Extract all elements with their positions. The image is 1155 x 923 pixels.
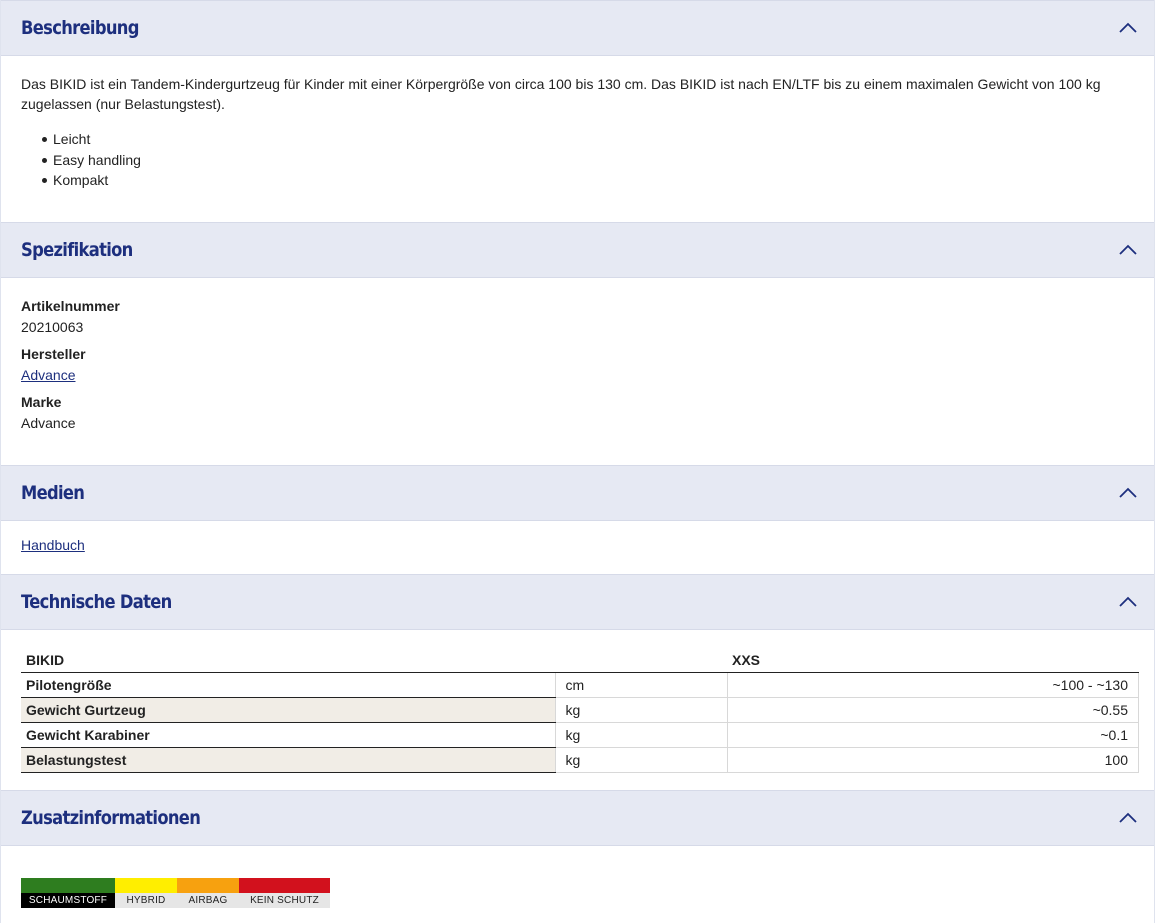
- section-title: Beschreibung: [21, 17, 139, 39]
- legend-color-bar: [239, 878, 330, 893]
- section-medien: Medien Handbuch: [0, 465, 1155, 574]
- row-unit: cm: [554, 672, 727, 698]
- section-header-medien[interactable]: Medien: [1, 465, 1154, 521]
- row-name: Gewicht Karabiner: [21, 722, 555, 748]
- chevron-up-icon[interactable]: [1118, 811, 1138, 825]
- section-body-medien: Handbuch: [1, 521, 1154, 574]
- marke-value: Advance: [21, 415, 76, 431]
- table-row: Gewicht Karabiner kg ~0.1: [21, 722, 1139, 748]
- section-header-spezifikation[interactable]: Spezifikation: [1, 222, 1154, 278]
- section-header-beschreibung[interactable]: Beschreibung: [1, 0, 1154, 56]
- legend-color-bar: [177, 878, 239, 893]
- tech-table: BIKID XXS Pilotengröße cm ~100 - ~130 Ge…: [21, 648, 1139, 773]
- hersteller-link[interactable]: Advance: [21, 367, 75, 383]
- row-value: ~0.55: [726, 697, 1139, 723]
- legend-item-schaumstoff: SCHAUMSTOFF: [21, 878, 115, 908]
- table-header-size: XXS: [727, 648, 1139, 673]
- section-title: Medien: [21, 482, 85, 504]
- row-unit: kg: [554, 747, 727, 773]
- section-zusatzinformationen: Zusatzinformationen SCHAUMSTOFF HYBRID A…: [0, 790, 1155, 923]
- row-name: Gewicht Gurtzeug: [21, 697, 555, 723]
- section-beschreibung: Beschreibung Das BIKID ist ein Tandem-Ki…: [0, 0, 1155, 222]
- chevron-up-icon[interactable]: [1118, 486, 1138, 500]
- section-body-technische-daten: BIKID XXS Pilotengröße cm ~100 - ~130 Ge…: [1, 630, 1154, 790]
- table-header-model: BIKID: [21, 648, 727, 673]
- feature-list: Leicht Easy handling Kompakt: [21, 129, 1134, 191]
- list-item: Kompakt: [42, 170, 1134, 191]
- row-value: ~100 - ~130: [726, 672, 1139, 698]
- artikelnummer-label: Artikelnummer: [21, 298, 120, 314]
- section-technische-daten: Technische Daten BIKID XXS Pilotengröße …: [0, 574, 1155, 790]
- legend-label: SCHAUMSTOFF: [21, 893, 115, 908]
- protection-legend: SCHAUMSTOFF HYBRID AIRBAG KEIN SCHUTZ: [21, 878, 1134, 908]
- row-name: Pilotengröße: [21, 672, 555, 698]
- row-value: ~0.1: [726, 722, 1139, 748]
- legend-label: AIRBAG: [177, 893, 239, 908]
- description-text: Das BIKID ist ein Tandem-Kindergurtzeug …: [21, 76, 1101, 112]
- section-title: Technische Daten: [21, 591, 172, 613]
- handbuch-link[interactable]: Handbuch: [21, 537, 85, 553]
- section-spezifikation: Spezifikation Artikelnummer 20210063 Her…: [0, 222, 1155, 465]
- marke-label: Marke: [21, 394, 62, 410]
- chevron-up-icon[interactable]: [1118, 595, 1138, 609]
- chevron-up-icon[interactable]: [1118, 243, 1138, 257]
- chevron-up-icon[interactable]: [1118, 21, 1138, 35]
- list-item: Easy handling: [42, 150, 1134, 171]
- row-unit: kg: [554, 697, 727, 723]
- section-body-spezifikation: Artikelnummer 20210063 Hersteller Advanc…: [1, 278, 1154, 465]
- legend-color-bar: [21, 878, 115, 893]
- row-value: 100: [726, 747, 1139, 773]
- legend-item-kein-schutz: KEIN SCHUTZ: [239, 878, 330, 908]
- legend-color-bar: [115, 878, 177, 893]
- row-name: Belastungstest: [21, 747, 555, 773]
- row-unit: kg: [554, 722, 727, 748]
- list-item: Leicht: [42, 129, 1134, 150]
- hersteller-label: Hersteller: [21, 346, 86, 362]
- section-header-technische-daten[interactable]: Technische Daten: [1, 574, 1154, 630]
- section-body-zusatzinformationen: SCHAUMSTOFF HYBRID AIRBAG KEIN SCHUTZ: [1, 846, 1154, 923]
- section-title: Spezifikation: [21, 239, 133, 261]
- table-row: Gewicht Gurtzeug kg ~0.55: [21, 697, 1139, 723]
- legend-label: HYBRID: [115, 893, 177, 908]
- section-body-beschreibung: Das BIKID ist ein Tandem-Kindergurtzeug …: [1, 56, 1154, 222]
- artikelnummer-value: 20210063: [21, 319, 84, 335]
- table-header-row: BIKID XXS: [21, 648, 1139, 673]
- legend-label: KEIN SCHUTZ: [239, 893, 330, 908]
- table-row: Pilotengröße cm ~100 - ~130: [21, 672, 1139, 698]
- table-row: Belastungstest kg 100: [21, 747, 1139, 773]
- section-header-zusatzinformationen[interactable]: Zusatzinformationen: [1, 790, 1154, 846]
- section-title: Zusatzinformationen: [21, 807, 201, 829]
- legend-item-airbag: AIRBAG: [177, 878, 239, 908]
- legend-item-hybrid: HYBRID: [115, 878, 177, 908]
